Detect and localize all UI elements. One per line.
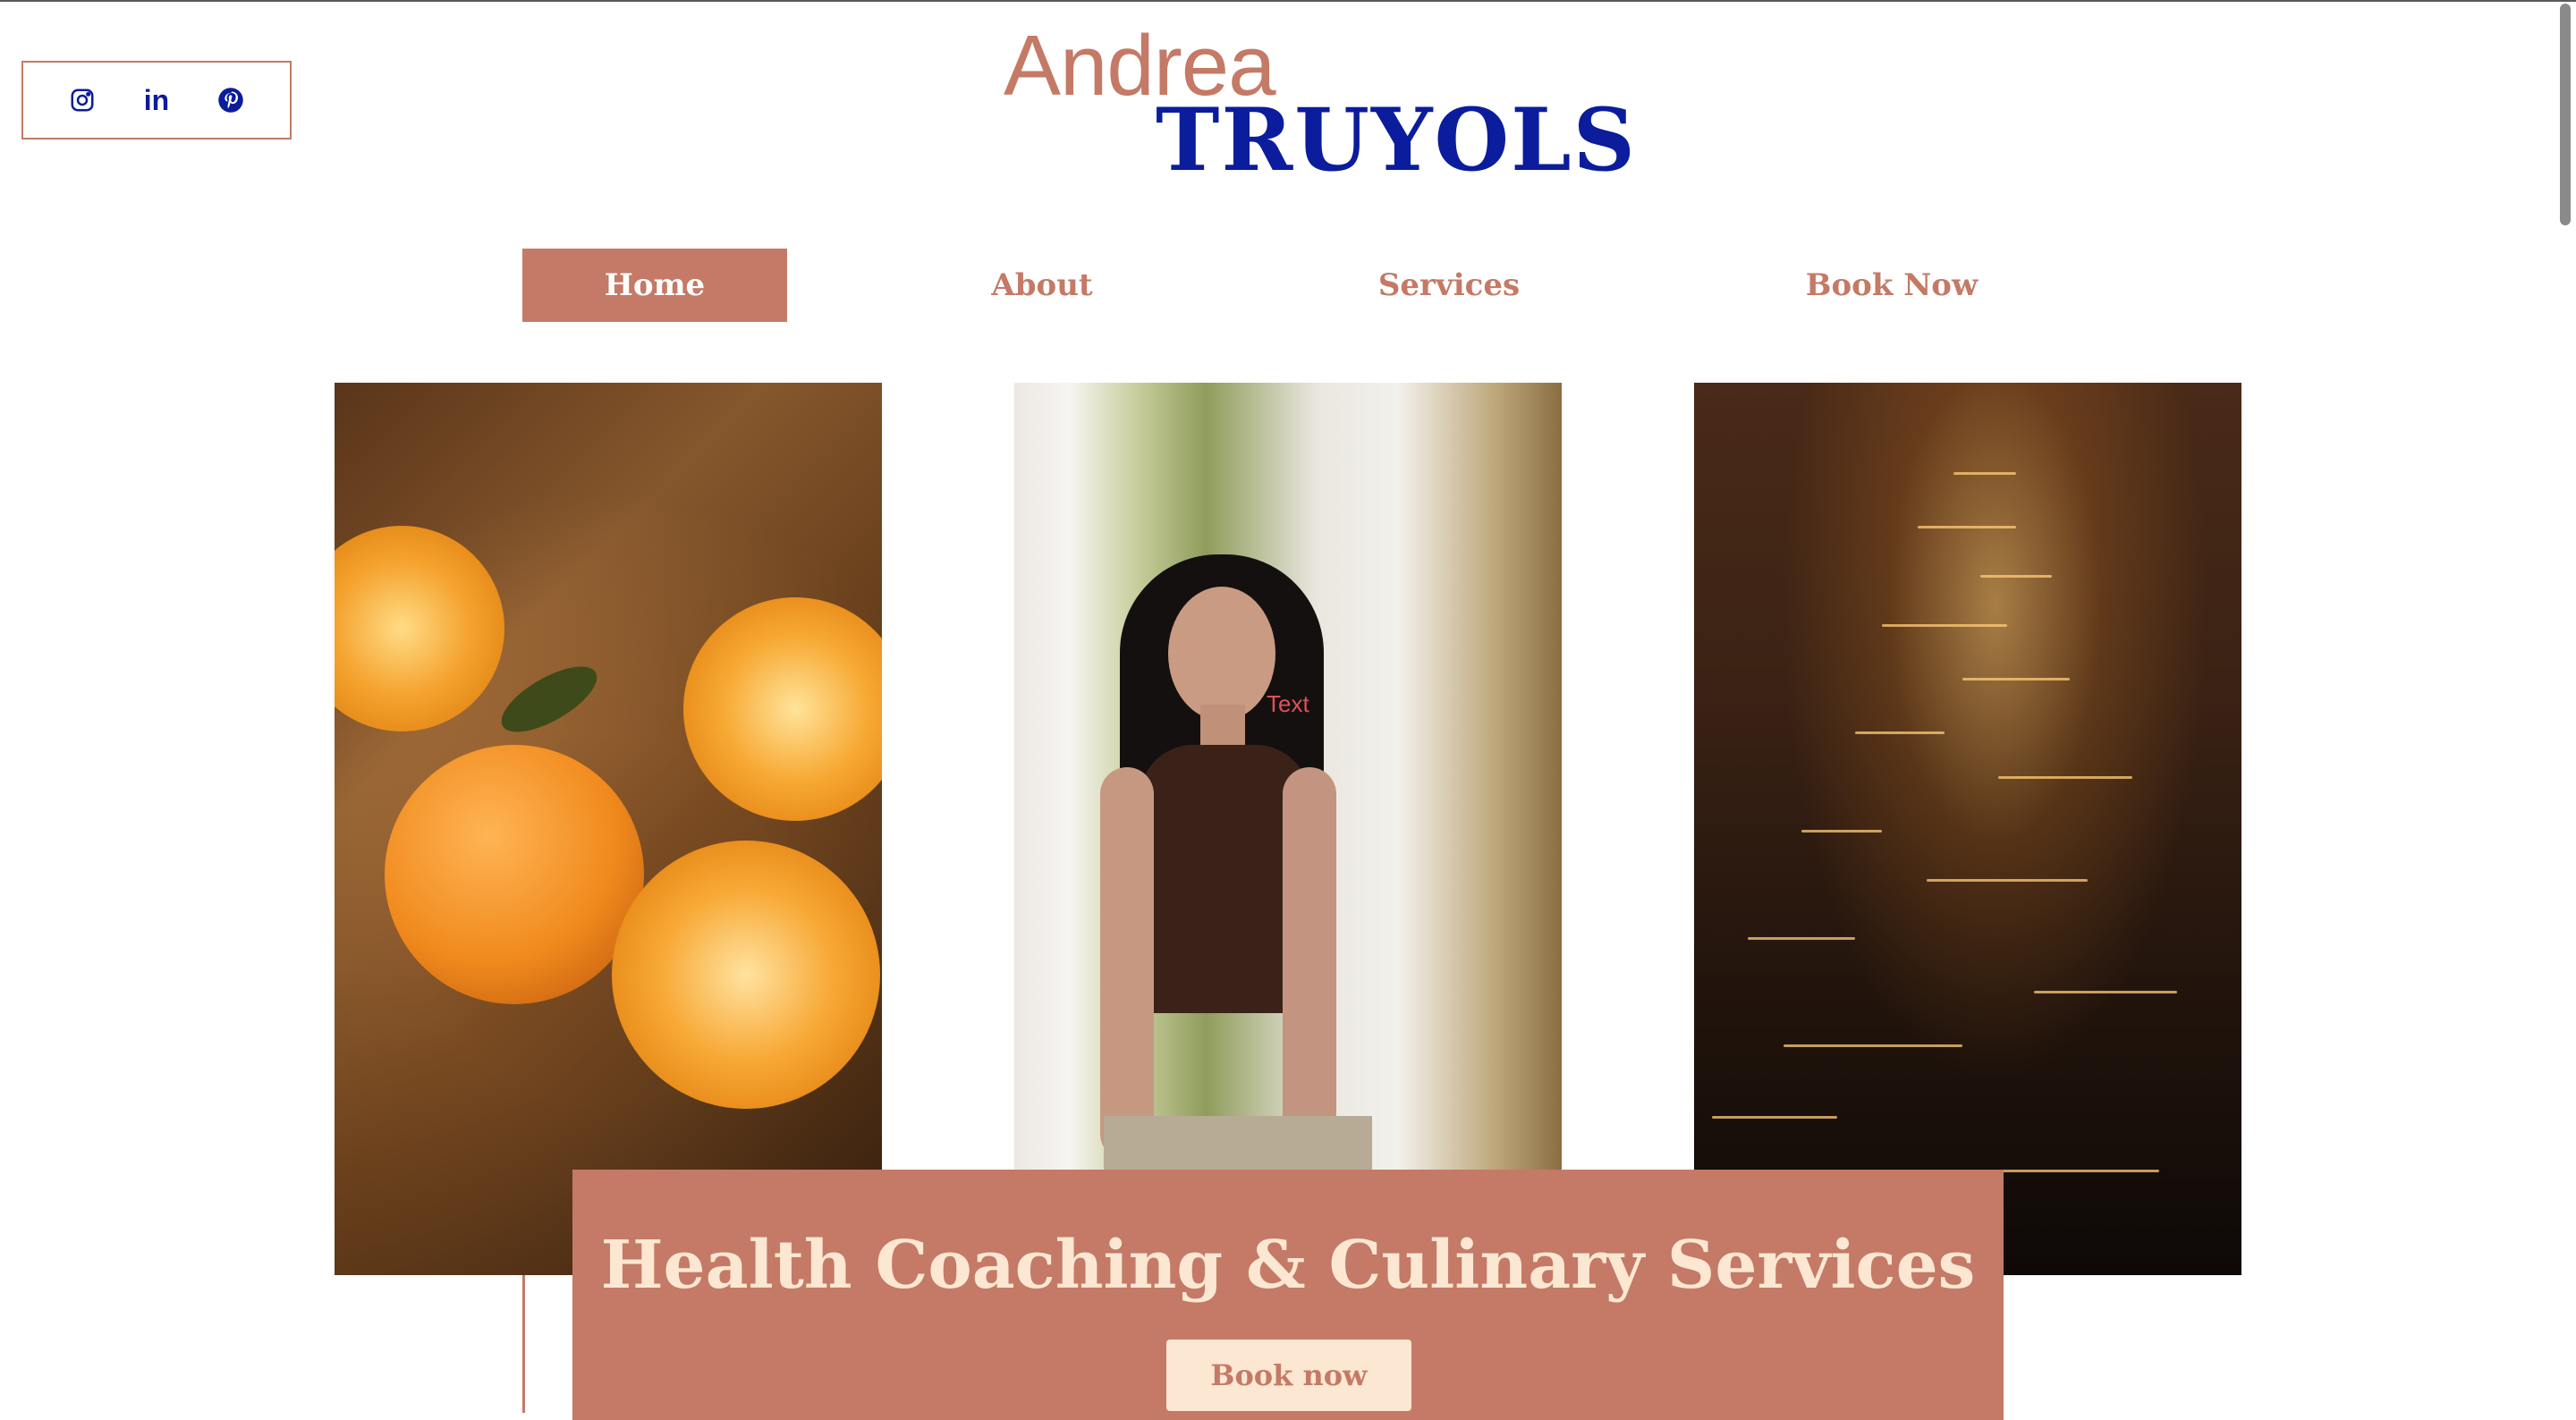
book-now-button[interactable]: Book now <box>1166 1340 1411 1411</box>
decorative-line <box>522 1275 525 1413</box>
hero-banner: Health Coaching & Culinary Services Book… <box>572 1170 2004 1420</box>
nav-about[interactable]: About <box>948 249 1136 322</box>
pinterest-icon[interactable] <box>216 85 246 115</box>
linkedin-icon[interactable]: in <box>141 83 172 116</box>
oranges-photo <box>335 383 882 1275</box>
nav-services[interactable]: Services <box>1342 249 1556 322</box>
browser-top-border <box>0 0 2576 2</box>
sunset-water-photo <box>1694 383 2241 1275</box>
hero-title: Health Coaching & Culinary Services <box>600 1227 1976 1304</box>
portrait-photo: Text <box>1014 383 1562 1275</box>
portrait-placeholder-text: Text <box>1267 690 1309 717</box>
page-scrollbar[interactable] <box>2560 4 2571 225</box>
instagram-icon[interactable] <box>67 85 97 115</box>
linkedin-glyph: in <box>143 83 170 116</box>
logo-last-name: TRUYOLS <box>1156 89 1637 190</box>
nav-book-now[interactable]: Book Now <box>1789 249 1995 322</box>
social-links: in <box>21 61 292 139</box>
nav-home[interactable]: Home <box>522 249 787 322</box>
